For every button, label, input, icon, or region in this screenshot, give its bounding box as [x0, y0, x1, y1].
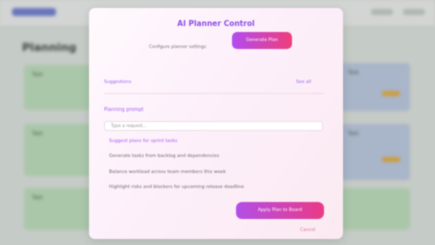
section-label: Suggestions	[104, 80, 132, 85]
modal-title: AI Planner Control	[177, 19, 255, 28]
see-all-link[interactable]: See all	[296, 80, 311, 85]
suggestion-item[interactable]: Highlight risks and blockers for upcomin…	[109, 185, 244, 190]
cancel-link[interactable]: Cancel	[300, 228, 315, 233]
suggestion-item[interactable]: Suggest plans for sprint tasks	[109, 139, 177, 144]
divider	[104, 93, 324, 94]
ai-planner-modal: AI Planner Control Configure planner set…	[89, 8, 343, 239]
prompt-input[interactable]: Type a request...	[104, 121, 323, 131]
apply-plan-button[interactable]: Apply Plan to Board	[236, 202, 324, 219]
modal-subtitle: Configure planner settings	[149, 45, 207, 50]
suggestion-item[interactable]: Generate tasks from backlog and dependen…	[109, 154, 219, 159]
suggestion-item[interactable]: Balance workload across team members thi…	[109, 170, 226, 175]
prompt-field-label: Planning prompt	[104, 108, 144, 113]
generate-button[interactable]: Generate Plan	[232, 32, 292, 49]
